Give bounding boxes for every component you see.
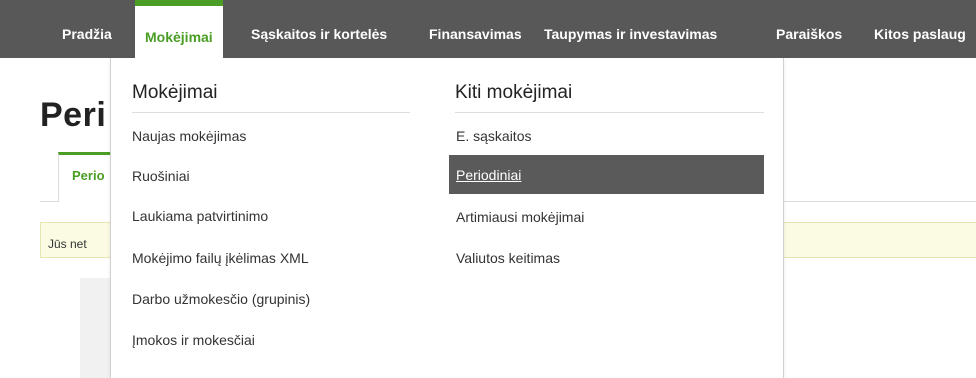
menu-item-ruosiniai[interactable]: Ruošiniai bbox=[132, 168, 190, 184]
top-navigation: Pradžia Mokėjimai Sąskaitos ir kortelės … bbox=[0, 0, 976, 58]
nav-item-saskaitos[interactable]: Sąskaitos ir kortelės bbox=[241, 0, 397, 58]
nav-item-paraiskos[interactable]: Paraiškos bbox=[766, 0, 852, 58]
menu-item-failu-ikelimas[interactable]: Mokėjimo failų įkėlimas XML bbox=[132, 250, 309, 266]
menu-item-artimiausi-mokejimai[interactable]: Artimiausi mokėjimai bbox=[456, 209, 584, 225]
menu-item-periodiniai[interactable]: Periodiniai bbox=[456, 167, 521, 183]
col-heading-mokejimai: Mokėjimai bbox=[132, 82, 218, 103]
menu-item-darbo-uzmokescio[interactable]: Darbo užmokesčio (grupinis) bbox=[132, 291, 310, 307]
col-heading-kiti-mokejimai: Kiti mokėjimai bbox=[455, 82, 573, 103]
notice-text: Jūs net bbox=[48, 237, 87, 251]
nav-item-pradzia[interactable]: Pradžia bbox=[52, 0, 122, 58]
menu-item-imokos-mokesciai[interactable]: Įmokos ir mokesčiai bbox=[132, 332, 255, 348]
menu-item-valiutos-keitimas[interactable]: Valiutos keitimas bbox=[456, 250, 560, 266]
menu-item-laukiama-patvirtinimo[interactable]: Laukiama patvirtinimo bbox=[132, 208, 268, 224]
nav-item-kitos-paslaugos[interactable]: Kitos paslaug bbox=[864, 0, 976, 58]
col2-divider bbox=[455, 112, 764, 113]
col1-divider bbox=[132, 112, 410, 113]
menu-item-e-saskaitos[interactable]: E. sąskaitos bbox=[456, 128, 531, 144]
menu-item-naujas-mokejimas[interactable]: Naujas mokėjimas bbox=[132, 128, 246, 144]
page-title: Peri bbox=[40, 96, 107, 134]
nav-item-finansavimas[interactable]: Finansavimas bbox=[419, 0, 532, 58]
nav-item-mokejimai[interactable]: Mokėjimai bbox=[135, 0, 223, 58]
nav-item-taupymas[interactable]: Taupymas ir investavimas bbox=[534, 0, 727, 58]
tab-label: Perio bbox=[72, 168, 105, 183]
